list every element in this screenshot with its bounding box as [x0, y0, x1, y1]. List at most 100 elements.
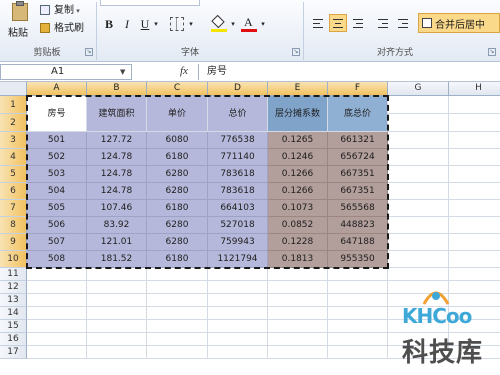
- table-cell[interactable]: 121.01: [87, 234, 147, 251]
- empty-cell[interactable]: [449, 96, 500, 114]
- decrease-indent-button[interactable]: [374, 14, 392, 32]
- alignment-launcher-icon[interactable]: ↘: [488, 48, 496, 56]
- empty-cell[interactable]: [147, 268, 208, 281]
- empty-cell[interactable]: [147, 320, 208, 333]
- table-cell[interactable]: 124.78: [87, 149, 147, 166]
- empty-cell[interactable]: [388, 251, 449, 268]
- empty-cell[interactable]: [388, 268, 449, 281]
- table-cell[interactable]: 507: [27, 234, 87, 251]
- empty-cell[interactable]: [87, 294, 147, 307]
- table-cell[interactable]: 661321: [328, 132, 388, 149]
- table-cell[interactable]: 759943: [208, 234, 268, 251]
- table-cell[interactable]: 0.1813: [268, 251, 328, 268]
- table-cell[interactable]: 667351: [328, 166, 388, 183]
- table-cell[interactable]: 776538: [208, 132, 268, 149]
- table-cell[interactable]: 506: [27, 217, 87, 234]
- table-cell[interactable]: 505: [27, 200, 87, 217]
- empty-cell[interactable]: [388, 149, 449, 166]
- column-header-e[interactable]: E: [268, 82, 328, 96]
- empty-cell[interactable]: [147, 281, 208, 294]
- insert-function-icon[interactable]: fx: [180, 65, 188, 77]
- row-header-6[interactable]: 6: [0, 183, 27, 200]
- font-color-dropdown-icon[interactable]: ▾: [258, 15, 268, 33]
- table-cell[interactable]: 771140: [208, 149, 268, 166]
- empty-cell[interactable]: [87, 320, 147, 333]
- row-header-2[interactable]: 2: [0, 114, 27, 132]
- table-cell[interactable]: 0.1073: [268, 200, 328, 217]
- table-cell[interactable]: 667351: [328, 183, 388, 200]
- table-cell[interactable]: 508: [27, 251, 87, 268]
- empty-cell[interactable]: [388, 96, 449, 114]
- select-all-corner[interactable]: [0, 82, 27, 96]
- empty-cell[interactable]: [328, 268, 388, 281]
- empty-cell[interactable]: [27, 281, 87, 294]
- empty-cell[interactable]: [388, 234, 449, 251]
- empty-cell[interactable]: [388, 132, 449, 149]
- empty-cell[interactable]: [449, 166, 500, 183]
- column-header-h[interactable]: H: [449, 82, 500, 96]
- table-cell[interactable]: 0.1246: [268, 149, 328, 166]
- empty-cell[interactable]: [147, 294, 208, 307]
- table-cell[interactable]: 664103: [208, 200, 268, 217]
- font-name-box[interactable]: [100, 0, 200, 6]
- empty-cell[interactable]: [449, 234, 500, 251]
- empty-cell[interactable]: [27, 333, 87, 346]
- empty-cell[interactable]: [27, 346, 87, 359]
- table-cell[interactable]: 503: [27, 166, 87, 183]
- font-color-button[interactable]: A: [240, 15, 258, 33]
- empty-cell[interactable]: [268, 333, 328, 346]
- row-header-7[interactable]: 7: [0, 200, 27, 217]
- table-cell[interactable]: 6280: [147, 183, 208, 200]
- empty-cell[interactable]: [147, 333, 208, 346]
- table-cell[interactable]: 0.1265: [268, 132, 328, 149]
- clipboard-launcher-icon[interactable]: ↘: [85, 48, 93, 56]
- table-cell[interactable]: 527018: [208, 217, 268, 234]
- fill-color-button[interactable]: [210, 14, 228, 33]
- name-box-dropdown-icon[interactable]: ▼: [120, 68, 125, 76]
- empty-cell[interactable]: [328, 320, 388, 333]
- increase-indent-button[interactable]: [394, 14, 412, 32]
- align-left-button[interactable]: [309, 14, 327, 32]
- table-cell[interactable]: 83.92: [87, 217, 147, 234]
- empty-cell[interactable]: [388, 166, 449, 183]
- empty-cell[interactable]: [87, 268, 147, 281]
- column-header-f[interactable]: F: [328, 82, 388, 96]
- align-right-button[interactable]: [349, 14, 367, 32]
- copy-button[interactable]: 复制 ▾: [40, 2, 80, 20]
- empty-cell[interactable]: [27, 320, 87, 333]
- empty-cell[interactable]: [87, 346, 147, 359]
- table-cell[interactable]: 783618: [208, 183, 268, 200]
- table-cell[interactable]: 565568: [328, 200, 388, 217]
- table-header-cell[interactable]: 单价: [147, 96, 208, 132]
- empty-cell[interactable]: [268, 268, 328, 281]
- row-header-15[interactable]: 15: [0, 320, 27, 333]
- table-cell[interactable]: 448823: [328, 217, 388, 234]
- table-cell[interactable]: 0.1228: [268, 234, 328, 251]
- empty-cell[interactable]: [208, 268, 268, 281]
- empty-cell[interactable]: [449, 268, 500, 281]
- empty-cell[interactable]: [268, 294, 328, 307]
- empty-cell[interactable]: [208, 307, 268, 320]
- column-header-g[interactable]: G: [388, 82, 449, 96]
- empty-cell[interactable]: [388, 200, 449, 217]
- font-launcher-icon[interactable]: ↘: [292, 48, 300, 56]
- table-header-cell[interactable]: 底总价: [328, 96, 388, 132]
- row-header-16[interactable]: 16: [0, 333, 27, 346]
- row-header-12[interactable]: 12: [0, 281, 27, 294]
- empty-cell[interactable]: [449, 183, 500, 200]
- empty-cell[interactable]: [208, 346, 268, 359]
- row-header-4[interactable]: 4: [0, 149, 27, 166]
- table-cell[interactable]: 6080: [147, 132, 208, 149]
- empty-cell[interactable]: [147, 307, 208, 320]
- column-header-c[interactable]: C: [147, 82, 208, 96]
- column-header-d[interactable]: D: [208, 82, 268, 96]
- table-cell[interactable]: 647188: [328, 234, 388, 251]
- empty-cell[interactable]: [147, 346, 208, 359]
- row-header-13[interactable]: 13: [0, 294, 27, 307]
- row-header-1[interactable]: 1: [0, 96, 27, 114]
- table-cell[interactable]: 6280: [147, 234, 208, 251]
- table-cell[interactable]: 955350: [328, 251, 388, 268]
- fill-color-dropdown-icon[interactable]: ▾: [228, 15, 238, 33]
- table-header-cell[interactable]: 层分摊系数: [268, 96, 328, 132]
- borders-button[interactable]: [170, 17, 184, 31]
